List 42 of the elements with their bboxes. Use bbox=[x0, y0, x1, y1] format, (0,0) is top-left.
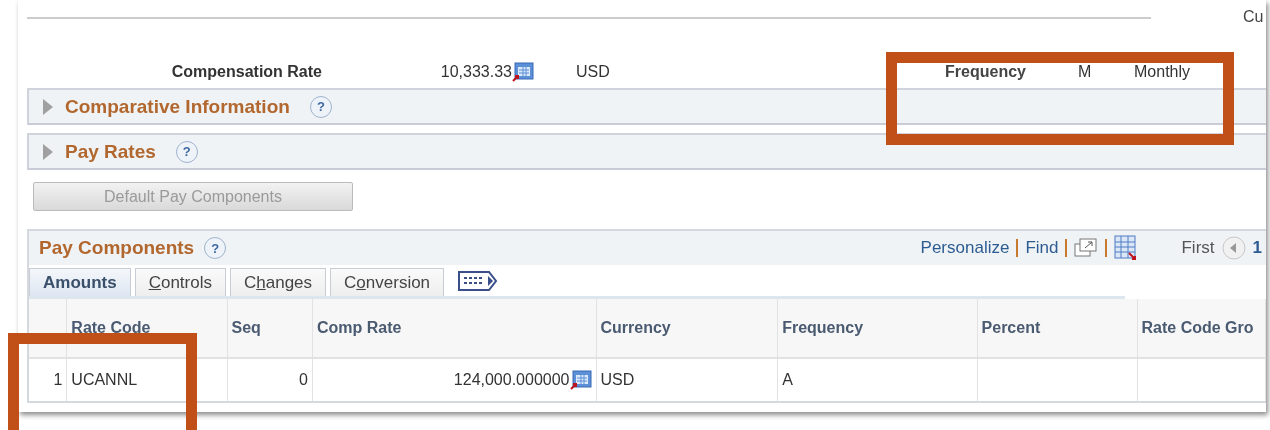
previous-icon[interactable] bbox=[1221, 236, 1246, 260]
table-cell: UCANNL bbox=[71, 371, 138, 388]
column-header: Percent bbox=[981, 319, 1041, 336]
grid-tab[interactable]: Conversion bbox=[330, 268, 445, 296]
table-cell: USD bbox=[600, 371, 635, 388]
calculator-icon[interactable] bbox=[512, 62, 534, 82]
page-position: 1 bbox=[1252, 238, 1263, 258]
column-header: Rate Code bbox=[71, 319, 151, 336]
header-text: Cu bbox=[1243, 8, 1264, 26]
table-cell: A bbox=[782, 371, 793, 388]
grid-tab[interactable]: Changes bbox=[230, 268, 327, 296]
first-label: First bbox=[1181, 238, 1215, 258]
column-header: Currency bbox=[600, 319, 671, 336]
show-all-columns-icon[interactable] bbox=[458, 270, 499, 292]
collapsible-section[interactable]: Pay Rates ? bbox=[27, 133, 1266, 170]
grid-tab[interactable]: Controls bbox=[134, 268, 226, 296]
table-cell: 0 bbox=[299, 371, 308, 388]
grid-tab[interactable]: Amounts bbox=[29, 268, 131, 296]
frequency-code: M bbox=[1078, 63, 1093, 81]
calculator-icon[interactable] bbox=[569, 370, 592, 390]
table-cell: 124,000.000000 bbox=[453, 371, 570, 389]
field-value: 10,333.33 bbox=[439, 63, 512, 81]
column-header: Seq bbox=[231, 319, 261, 336]
field-label: Compensation Rate bbox=[170, 63, 322, 81]
column-header: Comp Rate bbox=[317, 319, 402, 336]
grid-title: Pay Components bbox=[39, 237, 195, 259]
column-header: Rate Code Gro bbox=[1141, 319, 1254, 336]
frequency-name: Monthly bbox=[1134, 63, 1191, 81]
column-header: Frequency bbox=[782, 319, 864, 336]
personalize-link[interactable]: Personalize bbox=[920, 238, 1010, 258]
currency-value: USD bbox=[576, 63, 611, 81]
section-title: Pay Rates bbox=[65, 140, 156, 163]
find-link[interactable]: Find bbox=[1025, 238, 1059, 258]
new-window-icon[interactable] bbox=[1074, 238, 1099, 258]
spreadsheet-icon[interactable] bbox=[1114, 235, 1139, 261]
section-title: Comparative Information bbox=[65, 95, 290, 118]
field-label: Frequency bbox=[944, 63, 1026, 81]
collapsible-section[interactable]: Comparative Information ? bbox=[27, 88, 1266, 125]
help-button[interactable]: ? bbox=[204, 237, 227, 259]
help-button[interactable]: ? bbox=[175, 140, 198, 163]
help-button[interactable]: ? bbox=[309, 95, 332, 118]
row-number: 1 bbox=[53, 371, 63, 388]
